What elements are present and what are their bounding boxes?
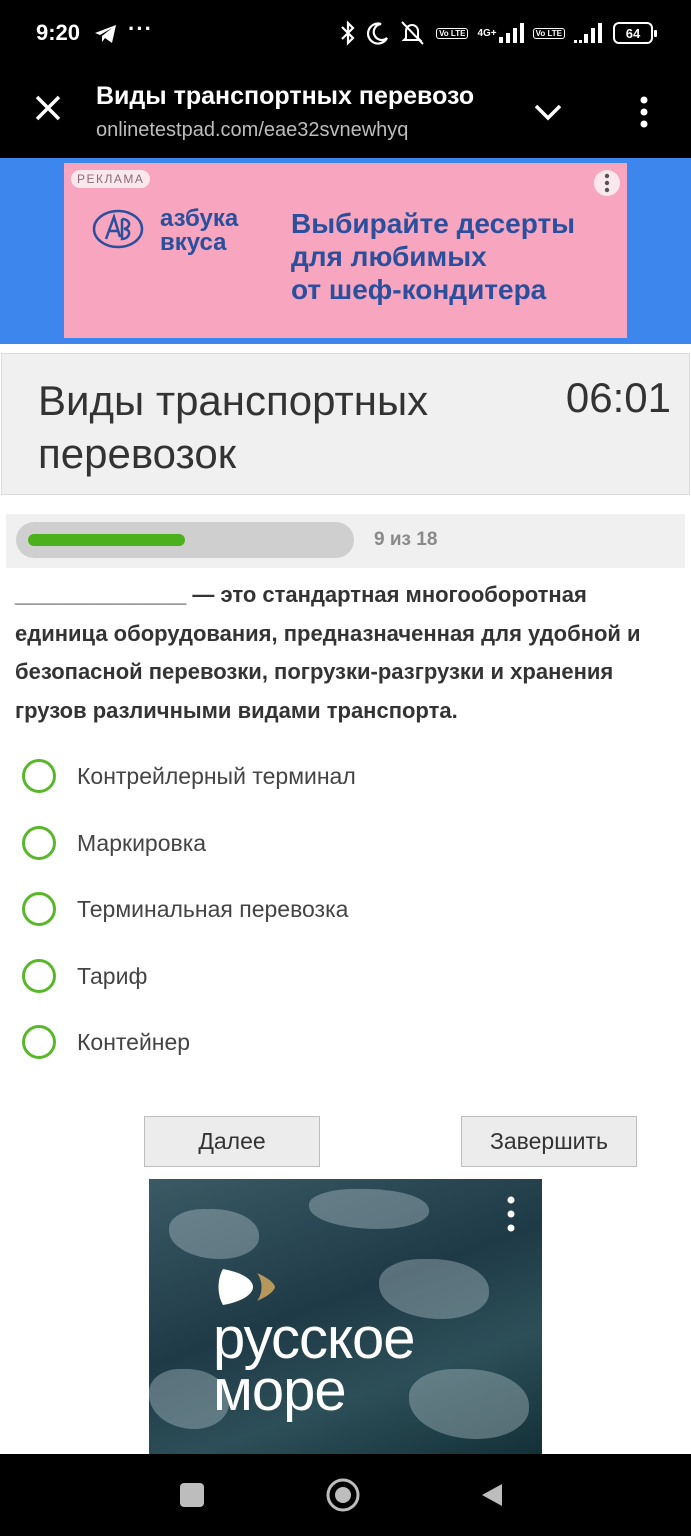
radio-button[interactable] — [22, 1025, 56, 1059]
next-button[interactable]: Далее — [144, 1116, 320, 1167]
telegram-icon — [94, 24, 118, 49]
question-text: ______________ — это стандартная многооб… — [15, 582, 641, 723]
ad-banner-bottom[interactable]: русское море — [149, 1179, 542, 1454]
browser-toolbar: Виды транспортных перевозо onlinetestpad… — [0, 72, 691, 158]
status-time: 9:20 — [36, 20, 81, 45]
chevron-down-icon[interactable] — [532, 96, 564, 128]
back-icon[interactable] — [480, 1482, 504, 1508]
status-more-dots: ··· — [128, 16, 153, 41]
ad-brand-line2: вкуса — [160, 229, 227, 256]
radio-button[interactable] — [22, 826, 56, 860]
battery-icon: 64 — [613, 22, 657, 44]
test-title: Виды транспортных перевозок — [38, 377, 429, 477]
test-header: Виды транспортных перевозок 06:01 — [1, 353, 690, 495]
signal-icon-2 — [574, 22, 604, 44]
brand-logo-icon — [92, 207, 144, 251]
progress-bar — [16, 522, 354, 558]
ad-options-icon[interactable] — [506, 1195, 516, 1233]
volte-badge-2: Vo LTE — [532, 27, 565, 39]
browser-page-title: Виды транспортных перевозо — [96, 82, 475, 110]
system-nav-bar — [0, 1454, 691, 1536]
progress-row: 9 из 18 — [6, 514, 685, 568]
answer-label: Маркировка — [77, 829, 207, 856]
ad-slogan-line3: от шеф-кондитера — [291, 274, 547, 305]
ad-slogan-line2: для любимых — [291, 241, 487, 272]
test-timer: 06:01 — [565, 374, 671, 421]
ad-slogan: Выбирайте десерты для любимых от шеф-кон… — [291, 207, 575, 306]
answer-option[interactable]: Маркировка — [22, 821, 662, 865]
answer-option[interactable]: Тариф — [22, 954, 662, 998]
ad-ice-shape — [409, 1369, 529, 1439]
radio-button[interactable] — [22, 892, 56, 926]
more-vert-icon[interactable] — [630, 92, 658, 132]
ad-brand-text-line2: море — [213, 1358, 347, 1423]
test-page: Виды транспортных перевозок 06:01 9 из 1… — [0, 344, 691, 1454]
browser-url[interactable]: onlinetestpad.com/eae32svnewhyq — [96, 119, 408, 142]
radio-button[interactable] — [22, 759, 56, 793]
ad-ice-shape — [309, 1189, 429, 1229]
answer-option[interactable]: Контейнер — [22, 1020, 662, 1064]
moon-icon — [366, 21, 390, 45]
ad-label: РЕКЛАМА — [71, 170, 151, 188]
answer-label: Контрейлерный терминал — [77, 762, 356, 789]
progress-counter: 9 из 18 — [374, 529, 438, 550]
answer-label: Контейнер — [77, 1028, 191, 1055]
ad-brand-text: русское море — [213, 1310, 415, 1423]
recent-apps-icon[interactable] — [180, 1483, 204, 1507]
volte-badge: Vo LTE — [436, 27, 469, 39]
ad-brand-line1: азбука — [160, 205, 239, 232]
finish-button[interactable]: Завершить — [461, 1116, 637, 1167]
bluetooth-icon — [339, 20, 357, 46]
ad-options-icon[interactable] — [594, 170, 620, 196]
ad-banner-content[interactable]: РЕКЛАМА азбука вкуса Выбирайте десерты д… — [64, 163, 627, 338]
network-type-label: 4G+ — [477, 27, 497, 39]
signal-icon: 4G+ — [477, 22, 524, 44]
mute-icon — [399, 20, 427, 46]
close-icon[interactable] — [32, 92, 64, 124]
ad-ice-shape — [169, 1209, 259, 1259]
ad-brand-name: азбука вкуса — [160, 207, 238, 255]
answer-option[interactable]: Терминальная перевозка — [22, 887, 662, 931]
russkoe-more-logo-icon — [215, 1265, 277, 1309]
radio-button[interactable] — [22, 959, 56, 993]
home-icon[interactable] — [325, 1477, 361, 1513]
answer-label: Терминальная перевозка — [77, 895, 349, 922]
answer-label: Тариф — [77, 962, 148, 989]
progress-bar-fill — [28, 534, 185, 546]
ad-banner-top[interactable]: РЕКЛАМА азбука вкуса Выбирайте десерты д… — [0, 158, 691, 344]
answer-option[interactable]: Контрейлерный терминал — [22, 754, 662, 798]
status-bar: 9:20 ··· Vo LTE 4G+ Vo LTE 64 — [0, 0, 691, 72]
ad-slogan-line1: Выбирайте десерты — [291, 208, 576, 239]
